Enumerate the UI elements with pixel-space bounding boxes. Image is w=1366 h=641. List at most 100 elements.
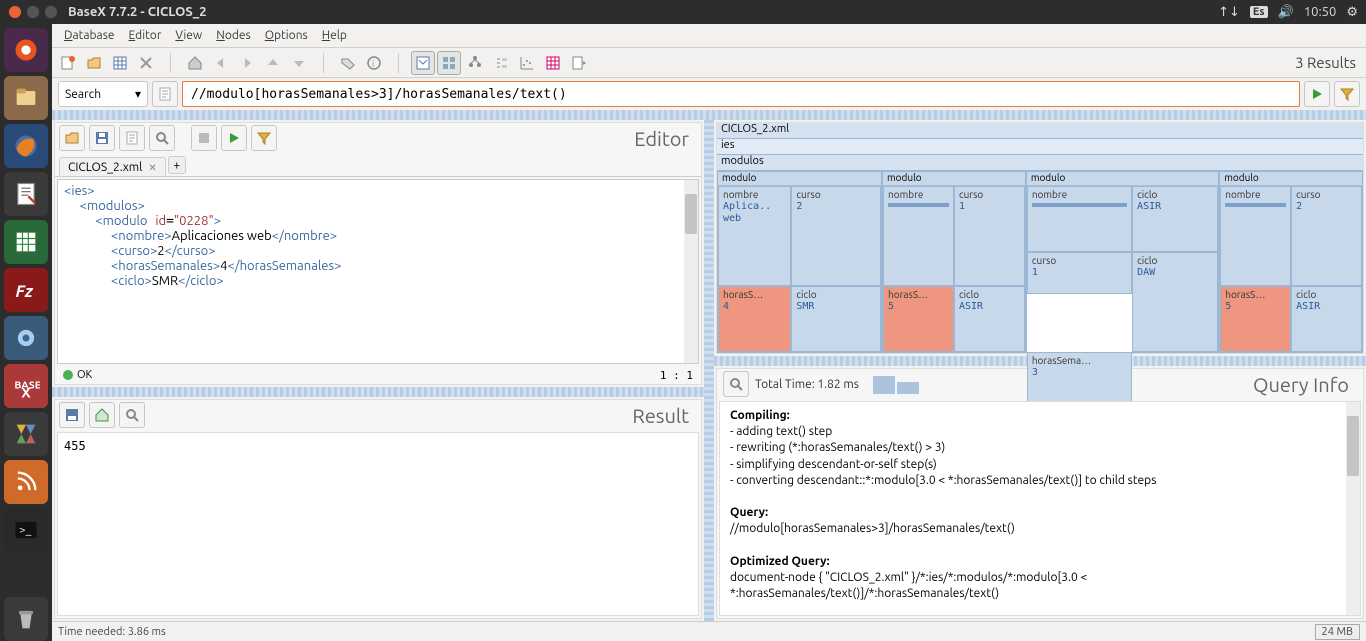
qinfo-search-icon[interactable] <box>723 371 749 397</box>
maximize-button[interactable] <box>44 5 58 19</box>
map-value: Aplica.. web <box>723 201 771 224</box>
new-db-icon[interactable] <box>56 51 80 75</box>
launcher-files[interactable] <box>4 76 48 120</box>
history-icon[interactable] <box>152 81 178 107</box>
editor-cursor-pos: 1 : 1 <box>660 369 693 382</box>
launcher-filezilla[interactable]: Fz <box>4 268 48 312</box>
h-splitter-left[interactable] <box>52 387 704 397</box>
tag-icon[interactable] <box>336 51 360 75</box>
editor-scrollbar[interactable] <box>684 180 698 363</box>
editor-run-icon[interactable] <box>221 125 247 151</box>
editor-filter-icon[interactable] <box>251 125 277 151</box>
home-icon[interactable] <box>183 51 207 75</box>
open-db-icon[interactable] <box>82 51 106 75</box>
editor-save-icon[interactable] <box>89 125 115 151</box>
clock[interactable]: 10:50 <box>1304 5 1337 19</box>
map-label: curso <box>1032 255 1127 266</box>
qinfo-line: - simplifying descendant-or-self step(s) <box>730 458 937 471</box>
minimize-button[interactable] <box>26 5 40 19</box>
editor-search-icon[interactable] <box>149 125 175 151</box>
editor-textarea[interactable]: <ies> <modulos> <modulo id="0228"> <nomb… <box>57 179 699 364</box>
qinfo-line: - rewriting (*:horasSemanales/text() > 3… <box>730 441 945 454</box>
menu-view[interactable]: View <box>169 27 208 44</box>
map-label: ciclo <box>796 289 876 300</box>
view-tree-icon[interactable] <box>463 51 487 75</box>
map-modulo-4[interactable]: modulo nombre curso2 horasS…5 cicloASIR <box>1219 171 1363 353</box>
map-label: ciclo <box>1137 255 1213 266</box>
close-button[interactable] <box>8 5 22 19</box>
menu-editor[interactable]: Editor <box>123 27 168 44</box>
result-search-icon[interactable] <box>119 402 145 428</box>
unity-launcher: Fz BASEX >_ <box>0 24 52 641</box>
close-icon[interactable]: ✕ <box>148 162 156 174</box>
launcher-basex[interactable]: BASEX <box>4 364 48 408</box>
down-icon[interactable] <box>287 51 311 75</box>
statusbar: Time needed: 3.86 ms 24 MB <box>52 621 1366 641</box>
launcher-rss[interactable] <box>4 460 48 504</box>
up-icon[interactable] <box>261 51 285 75</box>
query-input[interactable] <box>182 81 1300 107</box>
add-tab-button[interactable]: + <box>168 156 186 174</box>
filter-icon[interactable] <box>1334 81 1360 107</box>
launcher-dash[interactable] <box>4 28 48 72</box>
map-label: nombre <box>1225 189 1286 200</box>
map-modulo-1[interactable]: modulo nombreAplica.. web curso2 horasS…… <box>717 171 882 353</box>
editor-lines-icon[interactable] <box>119 125 145 151</box>
map-label: nombre <box>888 189 949 200</box>
search-mode-dropdown[interactable]: Search ▾ <box>58 81 148 107</box>
volume-icon[interactable]: 🔊 <box>1278 5 1294 20</box>
info-icon[interactable]: i <box>362 51 386 75</box>
launcher-text-editor[interactable] <box>4 172 48 216</box>
grid-icon[interactable] <box>108 51 132 75</box>
run-query-button[interactable] <box>1304 81 1330 107</box>
content-area: Editor CICLOS_2.xml ✕ + <ies> <modulos> … <box>52 120 1366 621</box>
delete-icon[interactable] <box>134 51 158 75</box>
map-label: ciclo <box>1137 189 1213 200</box>
editor-tabs: CICLOS_2.xml ✕ + <box>55 153 701 177</box>
view-table-icon[interactable] <box>541 51 565 75</box>
launcher-trash[interactable] <box>4 597 48 641</box>
h-splitter-top[interactable] <box>52 110 1366 120</box>
view-plot-icon[interactable] <box>515 51 539 75</box>
menu-database[interactable]: Database <box>58 27 121 44</box>
window-controls <box>8 5 58 19</box>
left-pane: Editor CICLOS_2.xml ✕ + <ies> <modulos> … <box>52 120 704 621</box>
window-title: BaseX 7.7.2 - CICLOS_2 <box>68 5 207 19</box>
network-icon[interactable]: ↑↓ <box>1218 5 1240 20</box>
status-memory[interactable]: 24 MB <box>1315 624 1360 640</box>
launcher-terminal[interactable]: >_ <box>4 508 48 552</box>
map-label: curso <box>959 189 1020 200</box>
result-home-icon[interactable] <box>89 402 115 428</box>
map-label: curso <box>796 189 876 200</box>
map-modulo-2[interactable]: modulo nombre curso1 horasS…5 cicloASIR <box>882 171 1026 353</box>
v-splitter[interactable] <box>704 120 714 621</box>
query-info-panel: Total Time: 1.82 ms Query Info Compiling… <box>716 368 1364 619</box>
editor-tab[interactable]: CICLOS_2.xml ✕ <box>59 157 166 176</box>
forward-icon[interactable] <box>235 51 259 75</box>
search-mode-label: Search <box>65 88 101 101</box>
launcher-app-mosaic[interactable] <box>4 412 48 456</box>
launcher-firefox[interactable] <box>4 124 48 168</box>
view-map-icon[interactable] <box>437 51 461 75</box>
keyboard-indicator[interactable]: Es <box>1250 6 1268 18</box>
map-modulo-3[interactable]: modulo nombre cicloASIR curso1 cicloDAW … <box>1026 171 1219 353</box>
result-output[interactable]: 455 <box>57 432 699 616</box>
launcher-spreadsheet[interactable] <box>4 220 48 264</box>
settings-gear-icon[interactable]: ⚙ <box>1346 5 1358 20</box>
menu-options[interactable]: Options <box>259 27 314 44</box>
launcher-app-blue[interactable] <box>4 316 48 360</box>
map-label: horasS… <box>1225 289 1286 300</box>
menu-help[interactable]: Help <box>316 27 353 44</box>
map-panel[interactable]: CICLOS_2.xml ies modulos modulo nombreAp… <box>716 122 1364 354</box>
result-title: Result <box>632 404 697 427</box>
menu-nodes[interactable]: Nodes <box>210 27 256 44</box>
qinfo-body[interactable]: Compiling: - adding text() step - rewrit… <box>719 401 1361 616</box>
view-folder-icon[interactable] <box>489 51 513 75</box>
result-save-icon[interactable] <box>59 402 85 428</box>
editor-open-icon[interactable] <box>59 125 85 151</box>
editor-stop-icon[interactable] <box>191 125 217 151</box>
back-icon[interactable] <box>209 51 233 75</box>
view-editor-icon[interactable] <box>411 51 435 75</box>
qinfo-scrollbar[interactable] <box>1346 402 1360 615</box>
view-explorer-icon[interactable] <box>567 51 591 75</box>
